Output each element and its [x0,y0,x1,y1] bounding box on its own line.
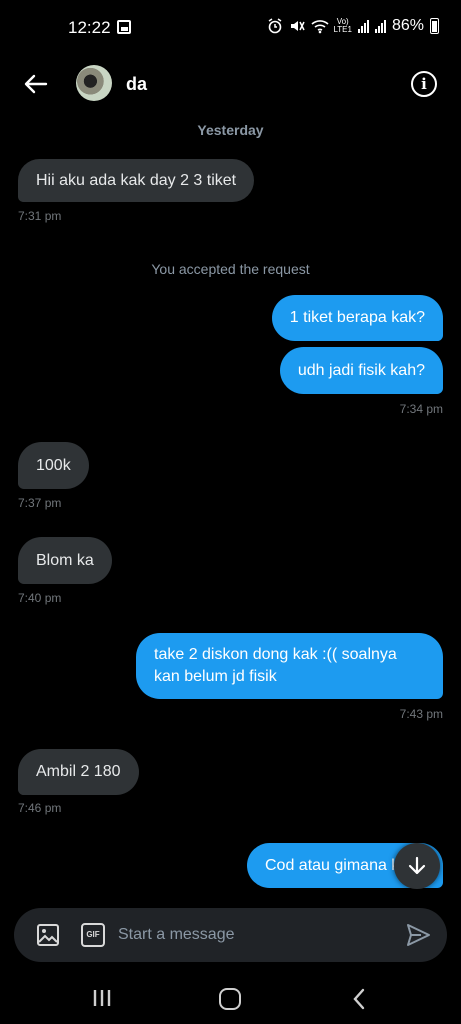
status-bar: 12:22 Vo) LTE1 86% [0,0,461,56]
message-bubble[interactable]: 1 tiket berapa kak? [271,295,443,341]
arrow-left-icon [24,74,48,94]
message-input[interactable] [118,921,388,949]
signal-2-icon [374,19,386,33]
recents-icon [93,990,111,1006]
message-bubble[interactable]: Hii aku ada kak day 2 3 tiket [18,159,255,202]
arrow-down-icon [408,856,426,875]
message-timestamp: 7:37 pm [18,496,62,510]
media-button[interactable] [36,923,60,947]
mute-icon [289,18,306,34]
send-icon [407,924,430,946]
message-timestamp: 7:46 pm [18,801,62,815]
gallery-notification-icon [117,20,131,34]
signal-icon [357,19,369,33]
battery-percent: 86% [391,17,424,34]
send-button[interactable] [405,922,431,948]
avatar[interactable] [76,65,112,101]
battery-icon [430,18,439,34]
recents-button[interactable] [92,989,112,1007]
message-composer: GIF [14,908,447,962]
gif-button[interactable]: GIF [81,923,105,947]
message-bubble[interactable]: Ambil 2 180 [18,749,139,795]
info-button[interactable]: i [411,71,437,97]
gif-icon: GIF [86,930,100,939]
message-timestamp: 7:31 pm [18,209,62,223]
info-icon: i [421,75,427,93]
back-button[interactable] [22,70,50,98]
status-icons: Vo) LTE1 86% [267,17,439,35]
message-bubble[interactable]: take 2 diskon dong kak :(( soalnya kan b… [136,633,443,699]
volte-indicator: Vo) LTE1 [333,18,352,34]
alarm-icon [267,18,283,34]
home-button[interactable] [219,988,241,1010]
scroll-to-bottom-button[interactable] [394,843,440,889]
lte-label: LTE1 [333,25,352,34]
message-timestamp: 7:40 pm [18,591,62,605]
contact-name[interactable]: da [126,74,147,95]
message-timestamp: 7:34 pm [399,402,443,416]
day-separator: Yesterday [197,122,264,138]
image-icon [37,924,59,946]
chevron-left-icon [353,988,365,1010]
message-bubble[interactable]: Blom ka [18,537,112,584]
conversation-header: da i [0,56,461,112]
message-bubble[interactable]: udh jadi fisik kah? [279,347,443,394]
message-bubble[interactable]: 100k [18,442,89,489]
message-timestamp: 7:43 pm [399,707,443,721]
system-nav-bar [0,972,461,1024]
wifi-icon [311,18,329,34]
status-time: 12:22 [68,18,111,37]
system-back-button[interactable] [352,988,366,1010]
system-note: You accepted the request [151,261,310,277]
